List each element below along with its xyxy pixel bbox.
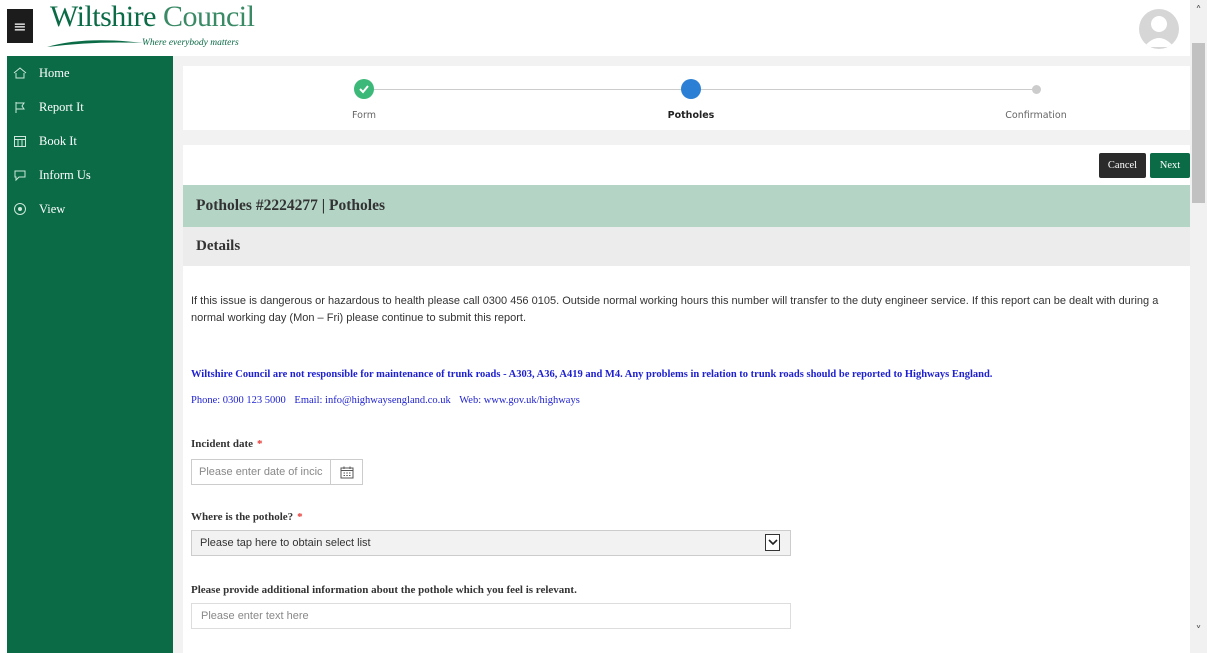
home-icon [13, 66, 27, 80]
step-connector [364, 89, 691, 90]
scroll-up-icon[interactable]: ˄ [1190, 4, 1207, 21]
step-pending-indicator [1032, 85, 1041, 94]
step-connector [691, 89, 1036, 90]
trunk-roads-warning: Wiltshire Council are not responsible fo… [191, 369, 993, 380]
required-marker: * [297, 511, 303, 523]
step-label-confirmation: Confirmation [1005, 110, 1067, 121]
calendar-icon[interactable] [330, 460, 362, 484]
additional-info-input[interactable]: Please enter text here [191, 603, 791, 629]
sidebar-item-view[interactable]: View [7, 192, 173, 226]
incident-date-label: Incident date * [191, 438, 263, 450]
cancel-button[interactable]: Cancel [1099, 153, 1146, 178]
next-button[interactable]: Next [1150, 153, 1190, 178]
wiltshire-council-logo[interactable]: Wiltshire Council Where everybody matter… [45, 0, 255, 52]
sidebar-item-report-it[interactable]: Report It [7, 90, 173, 124]
required-marker: * [257, 438, 263, 450]
sidebar-item-label: Book It [39, 133, 77, 148]
main-content: Form Potholes Confirmation Cancel Next P… [173, 56, 1190, 653]
logo-wordmark: Wiltshire Council [50, 0, 255, 33]
sidebar-item-inform-us[interactable]: Inform Us [7, 158, 173, 192]
report-icon [13, 100, 27, 114]
step-active-indicator [681, 79, 701, 99]
sidebar-item-book-it[interactable]: Book It [7, 124, 173, 158]
contact-web[interactable]: Web: www.gov.uk/highways [459, 395, 580, 406]
logo-tagline: Where everybody matters [142, 38, 239, 48]
form-panel: Cancel Next Potholes #2224277 | Potholes… [183, 145, 1190, 653]
sidebar-item-label: Home [39, 65, 70, 80]
step-label-form: Form [352, 110, 376, 121]
sidebar-item-label: View [39, 201, 66, 216]
eye-icon [13, 202, 27, 216]
additional-info-label: Please provide additional information ab… [191, 584, 577, 596]
page-scrollbar[interactable]: ˄ ˅ [1190, 0, 1207, 653]
contact-phone: Phone: 0300 123 5000 [191, 395, 286, 406]
menu-button[interactable]: ≡ [7, 9, 33, 43]
scroll-down-icon[interactable]: ˅ [1190, 624, 1207, 641]
sidebar-item-label: Report It [39, 99, 84, 114]
book-icon [13, 134, 27, 148]
step-label-potholes: Potholes [667, 110, 715, 121]
scrollbar-thumb[interactable] [1192, 43, 1205, 203]
sidebar-item-home[interactable]: Home [7, 56, 173, 90]
hazard-notice: If this issue is dangerous or hazardous … [191, 295, 1159, 324]
incident-date-input[interactable] [192, 460, 330, 484]
page-title: Potholes #2224277 | Potholes [183, 185, 1190, 227]
select-value: Please tap here to obtain select list [200, 537, 371, 549]
highways-contact: Phone: 0300 123 5000 Email: info@highway… [191, 395, 586, 406]
section-header-details: Details [183, 227, 1190, 266]
pothole-location-label: Where is the pothole? * [191, 511, 303, 523]
user-avatar-icon[interactable] [1139, 9, 1179, 49]
step-complete-check-icon [354, 79, 374, 99]
chevron-down-icon[interactable] [765, 534, 780, 551]
logo-swoosh-icon [47, 40, 143, 47]
sidebar-nav: Home Report It Book It Inform Us View [7, 56, 173, 653]
sidebar-item-label: Inform Us [39, 167, 91, 182]
contact-email[interactable]: Email: info@highwaysengland.co.uk [294, 395, 450, 406]
chat-icon [13, 168, 27, 182]
app-header: ≡ Wiltshire Council Where everybody matt… [0, 0, 1190, 56]
incident-date-field [191, 459, 363, 485]
pothole-location-select[interactable]: Please tap here to obtain select list [191, 530, 791, 556]
progress-stepper: Form Potholes Confirmation [183, 66, 1190, 130]
